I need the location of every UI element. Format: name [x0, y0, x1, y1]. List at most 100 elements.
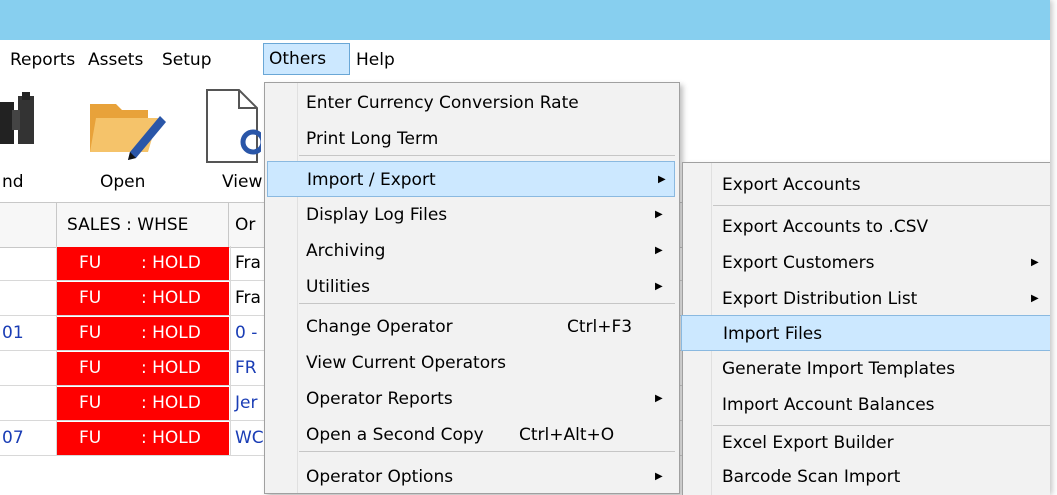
- submenu-item-label: Barcode Scan Import: [722, 467, 901, 487]
- view-label: View: [222, 172, 263, 192]
- row-number: [0, 281, 57, 315]
- sales-code: FU: [79, 288, 102, 308]
- menu-item-label: Operator Options: [306, 467, 454, 487]
- open-button[interactable]: Open: [80, 80, 190, 202]
- menu-item-open-a-second-copy[interactable]: Open a Second Copy Ctrl+Alt+O: [265, 417, 679, 453]
- binoculars-icon: [0, 92, 34, 144]
- menu-item-print-long-term[interactable]: Print Long Term: [265, 121, 679, 157]
- menu-item-label: Operator Reports: [306, 389, 453, 409]
- whse-code: : HOLD: [141, 288, 201, 308]
- status-badge: FU : HOLD: [57, 422, 229, 455]
- others-menu: Enter Currency Conversion Rate Print Long…: [264, 82, 680, 494]
- chevron-right-icon: ▶: [1031, 293, 1039, 304]
- submenu-item-import-account-balances[interactable]: Import Account Balances: [683, 387, 1050, 423]
- row-number: 07: [2, 428, 24, 448]
- submenu-item-label: Excel Export Builder: [722, 433, 894, 453]
- submenu-item-label: Generate Import Templates: [722, 359, 956, 379]
- menu-item-archiving[interactable]: Archiving ▶: [265, 233, 679, 269]
- title-bar: [0, 0, 1050, 40]
- menu-item-label: Utilities: [306, 277, 370, 297]
- folder-icon: [90, 104, 166, 160]
- find-label: nd: [2, 172, 24, 192]
- menu-item-display-log-files[interactable]: Display Log Files ▶: [265, 197, 679, 233]
- menu-setup[interactable]: Setup: [162, 47, 211, 73]
- application-window: Reports Assets Setup Others Help nd Open: [0, 0, 1050, 495]
- menu-others[interactable]: Others: [263, 43, 350, 75]
- sales-whse-header[interactable]: SALES : WHSE: [57, 203, 229, 247]
- submenu-item-import-files[interactable]: Import Files: [681, 315, 1050, 351]
- menu-shortcut: Ctrl+F3: [567, 317, 633, 337]
- menu-separator: [713, 205, 1050, 206]
- menu-help[interactable]: Help: [356, 47, 395, 73]
- submenu-item-label: Import Account Balances: [722, 395, 935, 415]
- view-document-icon: [206, 89, 261, 163]
- row-number: 01: [2, 323, 24, 343]
- submenu-item-export-accounts[interactable]: Export Accounts: [683, 167, 1050, 203]
- status-badge: FU : HOLD: [57, 352, 229, 385]
- column-divider: [230, 281, 231, 315]
- sales-code: FU: [79, 428, 102, 448]
- column-divider: [230, 246, 231, 280]
- submenu-item-export-distribution-list[interactable]: Export Distribution List ▶: [683, 281, 1050, 317]
- whse-code: : HOLD: [141, 253, 201, 273]
- menu-item-enter-currency-conversion-rate[interactable]: Enter Currency Conversion Rate: [265, 85, 679, 121]
- menu-item-utilities[interactable]: Utilities ▶: [265, 269, 679, 305]
- menu-item-label: View Current Operators: [306, 353, 506, 373]
- menu-item-import-export[interactable]: Import / Export ▶: [267, 161, 675, 197]
- chevron-right-icon: ▶: [655, 471, 663, 482]
- menu-item-label: Display Log Files: [306, 205, 448, 225]
- find-button[interactable]: nd: [0, 80, 60, 202]
- column-divider: [230, 386, 231, 420]
- menu-item-view-current-operators[interactable]: View Current Operators: [265, 345, 679, 381]
- import-export-submenu: Export Accounts Export Accounts to .CSV Ex…: [681, 162, 1050, 495]
- whse-code: : HOLD: [141, 323, 201, 343]
- submenu-item-export-customers[interactable]: Export Customers ▶: [683, 245, 1050, 281]
- submenu-item-label: Export Accounts: [722, 175, 861, 195]
- sales-code: FU: [79, 323, 102, 343]
- row-number: [0, 246, 57, 280]
- menu-item-operator-reports[interactable]: Operator Reports ▶: [265, 381, 679, 417]
- row-number: [0, 351, 57, 385]
- chevron-right-icon: ▶: [658, 174, 666, 185]
- column-divider: [230, 316, 231, 350]
- menu-reports[interactable]: Reports: [10, 47, 75, 73]
- status-badge: FU : HOLD: [57, 317, 229, 350]
- row-number-header: [0, 203, 57, 247]
- whse-code: : HOLD: [141, 428, 201, 448]
- chevron-right-icon: ▶: [655, 209, 663, 220]
- menu-item-label: Archiving: [306, 241, 386, 261]
- submenu-item-label: Import Files: [723, 324, 823, 344]
- status-badge: FU : HOLD: [57, 387, 229, 420]
- submenu-item-export-accounts-to-csv[interactable]: Export Accounts to .CSV: [683, 209, 1050, 245]
- menu-item-label: Open a Second Copy: [306, 425, 484, 445]
- submenu-item-barcode-scan-import[interactable]: Barcode Scan Import: [683, 459, 1050, 495]
- status-badge: FU : HOLD: [57, 282, 229, 315]
- chevron-right-icon: ▶: [655, 281, 663, 292]
- menu-item-label: Change Operator: [306, 317, 453, 337]
- status-badge: FU : HOLD: [57, 247, 229, 280]
- submenu-item-label: Export Accounts to .CSV: [722, 217, 929, 237]
- open-label: Open: [100, 172, 146, 192]
- menu-item-operator-options[interactable]: Operator Options ▶: [265, 459, 679, 495]
- row-number: [0, 386, 57, 420]
- sales-code: FU: [79, 358, 102, 378]
- menu-item-label: Import / Export: [307, 170, 436, 190]
- chevron-right-icon: ▶: [655, 245, 663, 256]
- menu-item-change-operator[interactable]: Change Operator Ctrl+F3: [265, 309, 679, 345]
- submenu-item-excel-export-builder[interactable]: Excel Export Builder: [683, 425, 1050, 461]
- column-divider: [230, 351, 231, 385]
- whse-code: : HOLD: [141, 393, 201, 413]
- menu-bar: Reports Assets Setup Others Help: [0, 40, 1050, 80]
- whse-code: : HOLD: [141, 358, 201, 378]
- menu-shortcut: Ctrl+Alt+O: [519, 425, 615, 445]
- sales-code: FU: [79, 393, 102, 413]
- column-divider: [230, 421, 231, 455]
- chevron-right-icon: ▶: [655, 393, 663, 404]
- view-button[interactable]: View: [195, 80, 265, 202]
- submenu-item-label: Export Distribution List: [722, 289, 918, 309]
- submenu-item-label: Export Customers: [722, 253, 875, 273]
- sales-code: FU: [79, 253, 102, 273]
- submenu-item-generate-import-templates[interactable]: Generate Import Templates: [683, 351, 1050, 387]
- menu-assets[interactable]: Assets: [88, 47, 143, 73]
- menu-item-label: Enter Currency Conversion Rate: [306, 93, 579, 113]
